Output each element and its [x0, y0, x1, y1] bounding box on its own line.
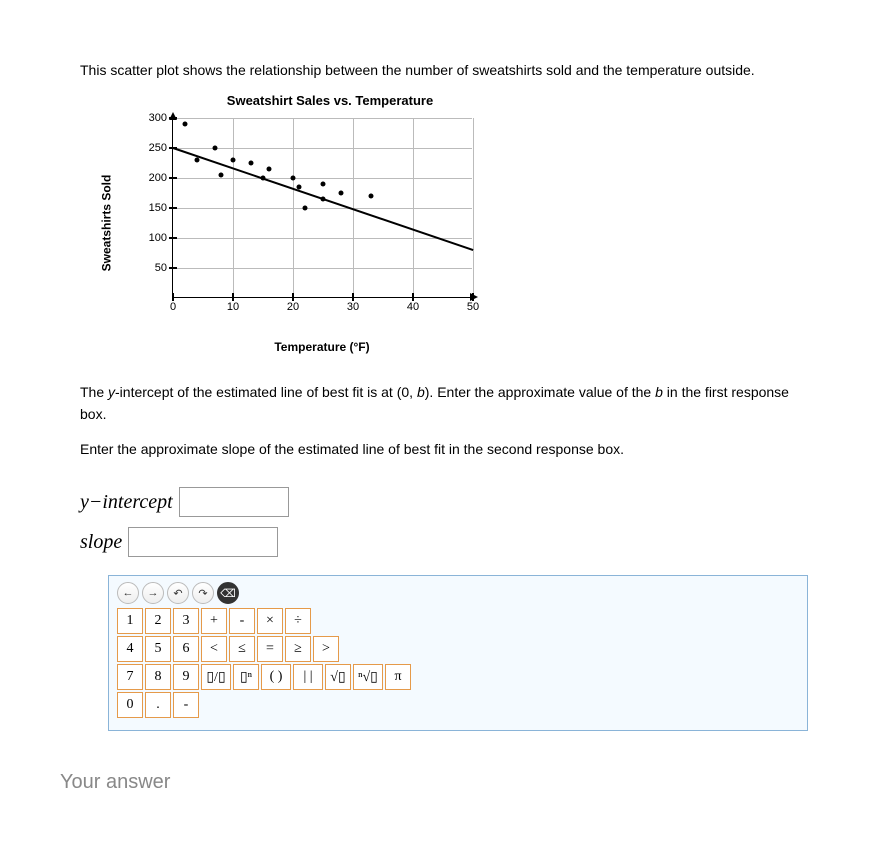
keypad-button[interactable]: < [201, 636, 227, 662]
keypad-button[interactable]: 0 [117, 692, 143, 718]
keypad-button[interactable]: 6 [173, 636, 199, 662]
keypad-tool-button[interactable]: ⌫ [217, 582, 239, 604]
data-point [291, 176, 296, 181]
data-point [321, 182, 326, 187]
y-tick-label: 150 [149, 202, 173, 214]
y-tick-label: 250 [149, 142, 173, 154]
keypad-button[interactable]: ( ) [261, 664, 291, 690]
question-block: The y-intercept of the estimated line of… [80, 382, 806, 461]
keypad-button[interactable]: - [229, 608, 255, 634]
keypad-button[interactable]: ▯/▯ [201, 664, 231, 690]
x-tick-label: 10 [227, 297, 239, 313]
chart: Sweatshirts Sold 01020304050501001502002… [80, 108, 500, 338]
y-tick-label: 200 [149, 172, 173, 184]
x-tick-label: 50 [467, 297, 479, 313]
keypad-button[interactable]: . [145, 692, 171, 718]
keypad-button[interactable]: > [313, 636, 339, 662]
keypad-tool-button[interactable]: ↶ [167, 582, 189, 604]
keypad-button[interactable]: 3 [173, 608, 199, 634]
keypad-button[interactable]: ≤ [229, 636, 255, 662]
data-point [369, 194, 374, 199]
data-point [267, 167, 272, 172]
data-point [219, 173, 224, 178]
data-point [195, 158, 200, 163]
data-point [249, 161, 254, 166]
keypad-tool-button[interactable]: ↷ [192, 582, 214, 604]
your-answer-label: Your answer [60, 771, 806, 794]
y-axis-label: Sweatshirts Sold [99, 175, 113, 272]
keypad: ←→↶↷⌫ 123+-×÷ 456<≤=≥> 789▯/▯▯ⁿ( )| |√▯ⁿ… [108, 575, 808, 731]
gridline [173, 148, 472, 149]
y-tick-label: 100 [149, 232, 173, 244]
x-tick-label: 0 [170, 297, 176, 313]
keypad-tool-button[interactable]: → [142, 582, 164, 604]
y-tick-label: 50 [155, 262, 173, 274]
keypad-button[interactable]: 9 [173, 664, 199, 690]
x-axis-label: Temperature (°F) [172, 340, 472, 354]
keypad-button[interactable]: ÷ [285, 608, 311, 634]
y-tick-label: 300 [149, 112, 173, 124]
keypad-button[interactable]: 8 [145, 664, 171, 690]
keypad-button[interactable]: 1 [117, 608, 143, 634]
slope-label: slope [80, 531, 122, 554]
keypad-button[interactable]: 7 [117, 664, 143, 690]
keypad-button[interactable]: ▯ⁿ [233, 664, 259, 690]
chart-title: Sweatshirt Sales vs. Temperature [150, 93, 510, 108]
keypad-button[interactable]: 4 [117, 636, 143, 662]
data-point [183, 122, 188, 127]
gridline [173, 208, 472, 209]
keypad-button[interactable]: × [257, 608, 283, 634]
data-point [339, 191, 344, 196]
keypad-button[interactable]: 5 [145, 636, 171, 662]
intro-text: This scatter plot shows the relationship… [80, 60, 806, 81]
x-tick-label: 20 [287, 297, 299, 313]
keypad-button[interactable]: | | [293, 664, 323, 690]
intercept-label: y−intercept [80, 491, 173, 514]
keypad-row: 456<≤=≥> [117, 636, 799, 662]
keypad-button[interactable]: √▯ [325, 664, 351, 690]
keypad-button[interactable]: ⁿ√▯ [353, 664, 383, 690]
intercept-input[interactable] [179, 487, 289, 517]
keypad-button[interactable]: 2 [145, 608, 171, 634]
gridline [473, 118, 474, 297]
question-p1: The y-intercept of the estimated line of… [80, 382, 806, 425]
data-point [261, 176, 266, 181]
keypad-button[interactable]: = [257, 636, 283, 662]
slope-input[interactable] [128, 527, 278, 557]
input-section: y−intercept slope [80, 487, 806, 557]
keypad-toolbar: ←→↶↷⌫ [117, 582, 799, 604]
keypad-tool-button[interactable]: ← [117, 582, 139, 604]
gridline [173, 238, 472, 239]
keypad-button[interactable]: - [173, 692, 199, 718]
keypad-row: 123+-×÷ [117, 608, 799, 634]
keypad-button[interactable]: ≥ [285, 636, 311, 662]
data-point [231, 158, 236, 163]
gridline [173, 268, 472, 269]
x-tick-label: 30 [347, 297, 359, 313]
keypad-row: 0.- [117, 692, 799, 718]
keypad-button[interactable]: + [201, 608, 227, 634]
gridline [173, 178, 472, 179]
keypad-button[interactable]: π [385, 664, 411, 690]
gridline [173, 118, 472, 119]
data-point [213, 146, 218, 151]
data-point [303, 206, 308, 211]
x-tick-label: 40 [407, 297, 419, 313]
data-point [321, 197, 326, 202]
question-p2: Enter the approximate slope of the estim… [80, 439, 806, 461]
keypad-row: 789▯/▯▯ⁿ( )| |√▯ⁿ√▯π [117, 664, 799, 690]
data-point [297, 185, 302, 190]
plot-area: 0102030405050100150200250300 [172, 118, 472, 298]
